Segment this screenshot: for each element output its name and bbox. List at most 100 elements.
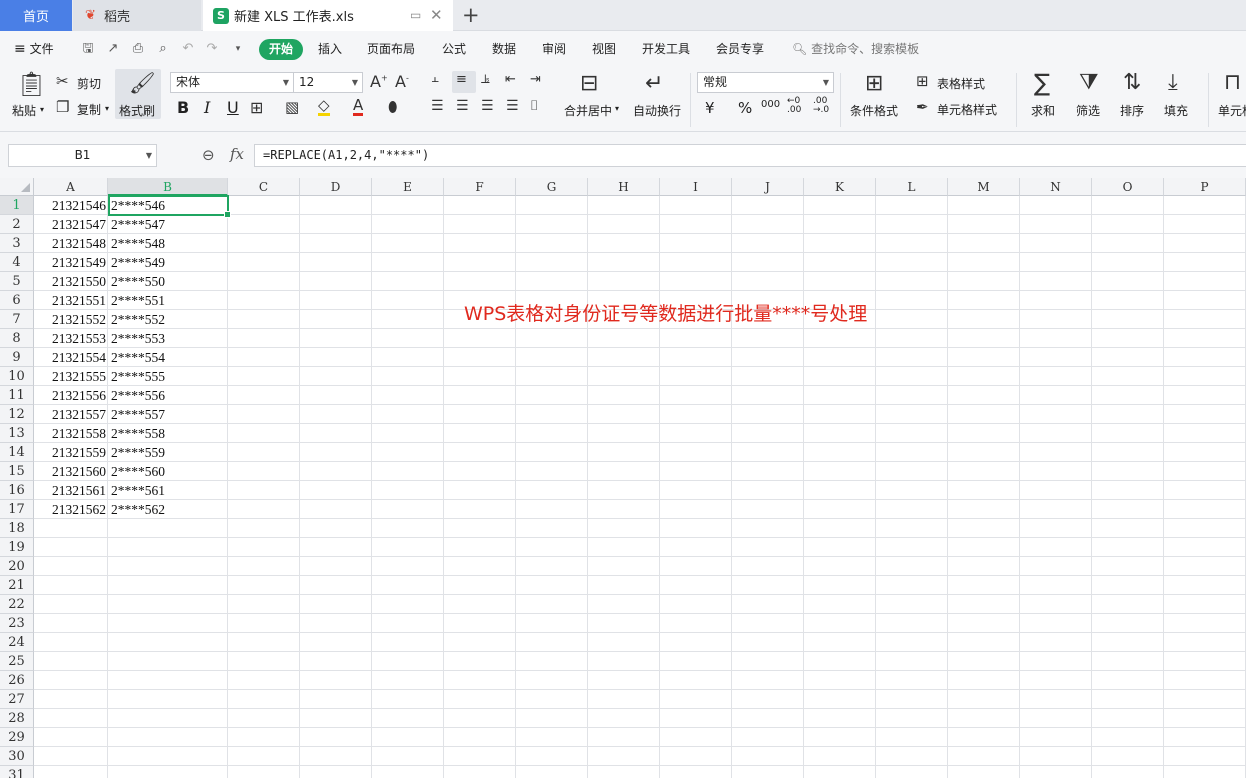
row-header-18[interactable]: 18	[0, 519, 34, 538]
row-header-20[interactable]: 20	[0, 557, 34, 576]
row-header-17[interactable]: 17	[0, 500, 34, 519]
ribbon-tab-developer[interactable]: 开发工具	[642, 31, 690, 67]
cell-a14[interactable]: 21321559	[34, 443, 108, 462]
row-header-23[interactable]: 23	[0, 614, 34, 633]
cell-b17[interactable]: 2****562	[108, 500, 228, 519]
close-tab-icon[interactable]: ✕	[430, 6, 443, 24]
row-header-28[interactable]: 28	[0, 709, 34, 728]
cell-a4[interactable]: 21321549	[34, 253, 108, 272]
cell-a12[interactable]: 21321557	[34, 405, 108, 424]
paste-icon[interactable]: 📋︎	[16, 70, 46, 98]
ribbon-tab-review[interactable]: 审阅	[542, 31, 566, 67]
font-size-select[interactable]: 12 ▼	[293, 72, 363, 93]
font-color-icon[interactable]: A	[353, 97, 364, 116]
thousands-separator-button[interactable]: 000	[761, 99, 780, 110]
column-header-l[interactable]: L	[876, 178, 948, 196]
decrease-indent-icon[interactable]: ⇤	[505, 72, 516, 87]
row-header-3[interactable]: 3	[0, 234, 34, 253]
cell-b3[interactable]: 2****548	[108, 234, 228, 253]
formula-input[interactable]: =REPLACE(A1,2,4,"****")	[254, 144, 1246, 167]
column-header-e[interactable]: E	[372, 178, 444, 196]
cell-button[interactable]: 单元格	[1218, 102, 1246, 119]
cell-a8[interactable]: 21321553	[34, 329, 108, 348]
column-header-g[interactable]: G	[516, 178, 588, 196]
row-header-10[interactable]: 10	[0, 367, 34, 386]
cell-b6[interactable]: 2****551	[108, 291, 228, 310]
cell-a6[interactable]: 21321551	[34, 291, 108, 310]
row-header-9[interactable]: 9	[0, 348, 34, 367]
paste-button[interactable]: 粘贴	[12, 102, 36, 119]
cell-a13[interactable]: 21321558	[34, 424, 108, 443]
decrease-font-icon[interactable]: A-	[395, 72, 409, 91]
ribbon-tab-start[interactable]: 开始	[259, 39, 303, 60]
cell-a1[interactable]: 21321546	[34, 196, 108, 215]
cell-a11[interactable]: 21321556	[34, 386, 108, 405]
row-header-29[interactable]: 29	[0, 728, 34, 747]
distributed-align-icon[interactable]: ⌷	[530, 98, 538, 114]
increase-font-icon[interactable]: A+	[370, 72, 388, 91]
row-header-24[interactable]: 24	[0, 633, 34, 652]
table-style-button[interactable]: 表格样式	[937, 75, 985, 92]
cell-b8[interactable]: 2****553	[108, 329, 228, 348]
cell-style-button[interactable]: 单元格样式	[937, 101, 997, 118]
row-header-21[interactable]: 21	[0, 576, 34, 595]
align-right-icon[interactable]: ☰	[481, 98, 494, 114]
cell-a16[interactable]: 21321561	[34, 481, 108, 500]
menu-file[interactable]: ≡ 文件	[14, 31, 54, 67]
cell-b11[interactable]: 2****556	[108, 386, 228, 405]
ribbon-tab-insert[interactable]: 插入	[318, 31, 342, 67]
row-header-14[interactable]: 14	[0, 443, 34, 462]
format-painter-button[interactable]: 格式刷	[119, 102, 155, 119]
row-header-22[interactable]: 22	[0, 595, 34, 614]
ribbon-tab-page-layout[interactable]: 页面布局	[367, 31, 415, 67]
bold-button[interactable]: B	[177, 98, 189, 117]
command-search[interactable]: 🔍︎ 查找命令、搜索模板	[792, 31, 919, 67]
insert-function-icon[interactable]: fx	[230, 145, 244, 163]
column-header-m[interactable]: M	[948, 178, 1020, 196]
row-header-6[interactable]: 6	[0, 291, 34, 310]
row-header-27[interactable]: 27	[0, 690, 34, 709]
cell-b7[interactable]: 2****552	[108, 310, 228, 329]
ribbon-tab-view[interactable]: 视图	[592, 31, 616, 67]
cell-b16[interactable]: 2****561	[108, 481, 228, 500]
spreadsheet-grid[interactable]: ABCDEFGHIJKLMNOP 1 2 3 4 5 6 7 8 9 10 11 12 13 14 15 16…	[0, 178, 1246, 778]
row-header-4[interactable]: 4	[0, 253, 34, 272]
quick-access-dropdown-icon[interactable]: ▾	[230, 41, 246, 57]
font-name-select[interactable]: 宋体 ▼	[170, 72, 294, 93]
cell-b5[interactable]: 2****550	[108, 272, 228, 291]
row-header-26[interactable]: 26	[0, 671, 34, 690]
conditional-format-button[interactable]: 条件格式	[850, 102, 898, 119]
cell-a10[interactable]: 21321555	[34, 367, 108, 386]
row-header-13[interactable]: 13	[0, 424, 34, 443]
ribbon-tab-formulas[interactable]: 公式	[442, 31, 466, 67]
copy-button[interactable]: 复制	[77, 101, 101, 118]
row-header-16[interactable]: 16	[0, 481, 34, 500]
ribbon-tab-member[interactable]: 会员专享	[716, 31, 764, 67]
cell-b13[interactable]: 2****558	[108, 424, 228, 443]
fill-button[interactable]: 填充	[1164, 102, 1188, 119]
fill-color-icon[interactable]: ◇	[318, 97, 330, 116]
column-header-k[interactable]: K	[804, 178, 876, 196]
export-icon[interactable]: ↗	[105, 41, 121, 57]
tab-daoke[interactable]: ❦ 稻壳	[73, 0, 201, 31]
row-header-30[interactable]: 30	[0, 747, 34, 766]
increase-indent-icon[interactable]: ⇥	[530, 72, 541, 87]
row-header-8[interactable]: 8	[0, 329, 34, 348]
cell-b9[interactable]: 2****554	[108, 348, 228, 367]
row-header-31[interactable]: 31	[0, 766, 34, 778]
cell-b2[interactable]: 2****547	[108, 215, 228, 234]
print-preview-icon[interactable]: ⌕	[155, 41, 171, 57]
increase-decimal-button[interactable]: ←0 .00	[787, 97, 801, 115]
name-box[interactable]: B1 ▼	[8, 144, 157, 167]
cell-a15[interactable]: 21321560	[34, 462, 108, 481]
decrease-decimal-button[interactable]: .00 →.0	[813, 97, 829, 115]
merge-dropdown-icon[interactable]: ▾	[615, 104, 619, 113]
column-header-d[interactable]: D	[300, 178, 372, 196]
cell-a9[interactable]: 21321554	[34, 348, 108, 367]
cell-a2[interactable]: 21321547	[34, 215, 108, 234]
align-middle-icon[interactable]: ≡	[456, 72, 467, 87]
borders-icon[interactable]: ⊞	[250, 98, 263, 117]
cell-a5[interactable]: 21321550	[34, 272, 108, 291]
cell-fill-pattern-icon[interactable]: ▧	[285, 98, 299, 116]
italic-button[interactable]: I	[204, 98, 210, 117]
